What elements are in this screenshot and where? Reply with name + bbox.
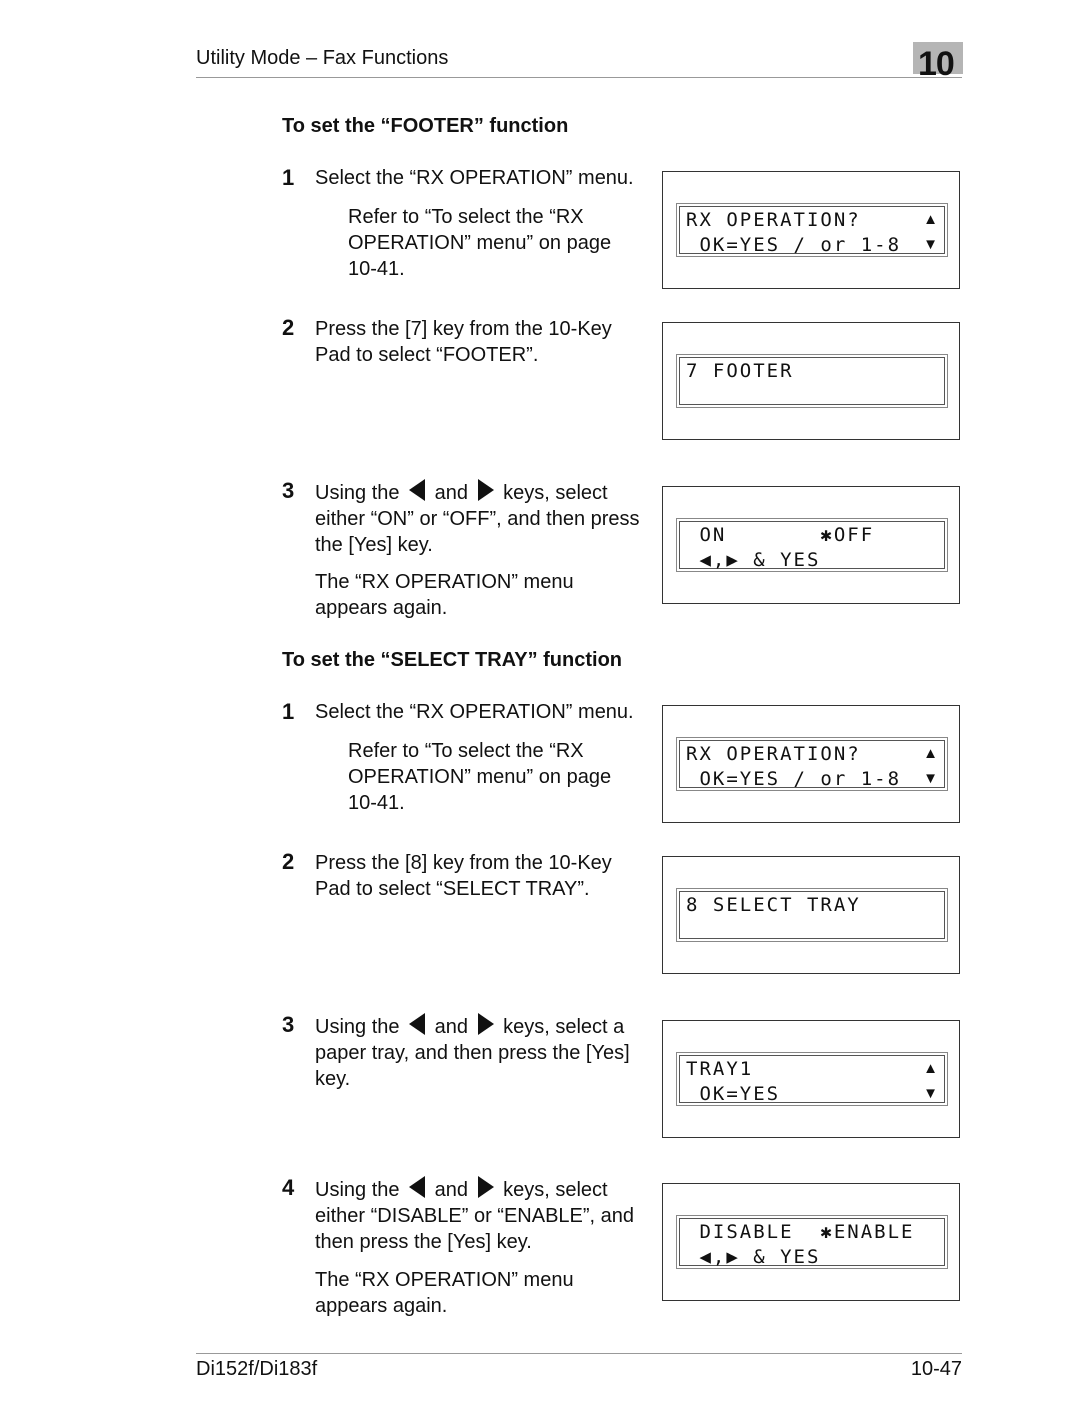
step-number: 2 (282, 315, 295, 340)
step-result: The “RX OPERATION” menu appears again. (315, 571, 574, 619)
lcd-display: TRAY1 OK=YES ▲ ▼ (676, 1052, 948, 1106)
scroll-up-icon: ▲ (923, 211, 938, 228)
step-number: 3 (282, 478, 295, 503)
step-number: 4 (282, 1175, 295, 1200)
section-title-footer: To set the “FOOTER” function (282, 115, 569, 137)
lcd-panel: ON ✱OFF ◀,▶ & YES (662, 486, 960, 604)
lcd-panel: RX OPERATION? OK=YES / or 1-8 ▲ ▼ (662, 705, 960, 823)
footer-page-number: 10-47 (910, 1358, 962, 1380)
lcd-display: RX OPERATION? OK=YES / or 1-8 ▲ ▼ (676, 737, 948, 791)
lcd-line-2: OK=YES / or 1-8 (686, 234, 902, 256)
step-text-mid: and (434, 1179, 468, 1201)
left-arrow-key-icon (409, 1013, 426, 1035)
lcd-panel: RX OPERATION? OK=YES / or 1-8 ▲ ▼ (662, 171, 960, 289)
step-text: Select the “RX OPERATION” menu. (315, 167, 634, 189)
lcd-display: RX OPERATION? OK=YES / or 1-8 ▲ ▼ (676, 203, 948, 257)
section-title-select-tray: To set the “SELECT TRAY” function (282, 649, 623, 671)
lcd-panel: 7 FOOTER (662, 322, 960, 440)
step-text-pre: Using the (315, 1179, 400, 1201)
left-arrow-key-icon (409, 479, 426, 501)
step-number: 2 (282, 849, 295, 874)
left-arrow-key-icon (409, 1176, 426, 1198)
lcd-line-1: RX OPERATION? (686, 743, 861, 765)
step-text-pre: Using the (315, 1016, 400, 1038)
lcd-line-2: ◀,▶ & YES (686, 1246, 821, 1268)
lcd-line-1: DISABLE ✱ENABLE (686, 1221, 915, 1243)
step-text: Using the and keys, select either “DISAB… (315, 1176, 650, 1255)
lcd-display: 7 FOOTER (676, 354, 948, 408)
lcd-line-1: 8 SELECT TRAY (686, 894, 861, 916)
lcd-display: DISABLE ✱ENABLE ◀,▶ & YES (676, 1215, 948, 1269)
step-text-mid: and (434, 1016, 468, 1038)
lcd-display: 8 SELECT TRAY (676, 888, 948, 942)
lcd-line-2: ◀,▶ & YES (686, 549, 821, 571)
step-note: Refer to “To select the “RX OPERATION” m… (348, 206, 612, 280)
scroll-up-icon: ▲ (923, 745, 938, 762)
lcd-line-2: OK=YES / or 1-8 (686, 768, 902, 790)
page-header-title: Utility Mode – Fax Functions (196, 47, 449, 69)
step-text-mid: and (434, 482, 468, 504)
step-text: Using the and keys, select a paper tray,… (315, 1013, 650, 1092)
step-text: Using the and keys, select either “ON” o… (315, 479, 645, 558)
scroll-down-icon: ▼ (923, 1085, 938, 1102)
lcd-line-1: RX OPERATION? (686, 209, 861, 231)
step-note: Refer to “To select the “RX OPERATION” m… (348, 740, 612, 814)
right-arrow-key-icon (477, 1013, 494, 1035)
step-text: Select the “RX OPERATION” menu. (315, 701, 634, 723)
lcd-line-2: OK=YES (686, 1083, 781, 1105)
scroll-up-icon: ▲ (923, 1060, 938, 1077)
scroll-down-icon: ▼ (923, 770, 938, 787)
lcd-line-1: 7 FOOTER (686, 360, 794, 382)
lcd-line-1: ON ✱OFF (686, 524, 875, 546)
step-number: 1 (282, 699, 295, 724)
lcd-panel: TRAY1 OK=YES ▲ ▼ (662, 1020, 960, 1138)
step-text: Press the [8] key from the 10-Key Pad to… (315, 852, 612, 900)
footer-divider (196, 1353, 962, 1354)
step-result: The “RX OPERATION” menu appears again. (315, 1269, 574, 1317)
chapter-number: 10 (918, 45, 955, 83)
step-text-pre: Using the (315, 482, 400, 504)
step-number: 3 (282, 1012, 295, 1037)
step-number: 1 (282, 165, 295, 190)
lcd-panel: 8 SELECT TRAY (662, 856, 960, 974)
right-arrow-key-icon (477, 1176, 494, 1198)
lcd-line-1: TRAY1 (686, 1058, 754, 1080)
right-arrow-key-icon (477, 479, 494, 501)
lcd-panel: DISABLE ✱ENABLE ◀,▶ & YES (662, 1183, 960, 1301)
lcd-display: ON ✱OFF ◀,▶ & YES (676, 518, 948, 572)
scroll-down-icon: ▼ (923, 236, 938, 253)
footer-model: Di152f/Di183f (196, 1358, 318, 1380)
header-divider (196, 77, 962, 78)
step-text: Press the [7] key from the 10-Key Pad to… (315, 318, 612, 366)
